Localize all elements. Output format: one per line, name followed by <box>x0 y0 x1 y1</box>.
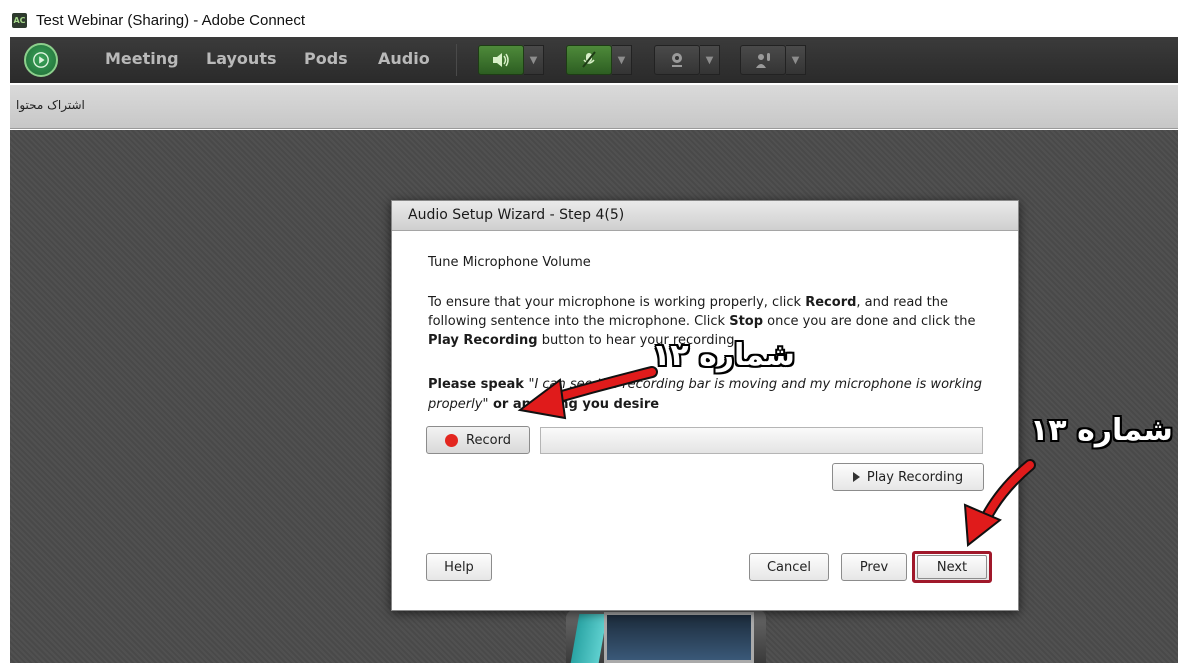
audio-setup-wizard-dialog: Audio Setup Wizard - Step 4(5) Tune Micr… <box>391 200 1019 611</box>
record-dot-icon <box>445 433 459 447</box>
help-button-label: Help <box>444 559 474 575</box>
annotation-label-12: شماره ۱۲ <box>652 338 795 373</box>
speaker-dropdown[interactable]: ▼ <box>524 45 544 75</box>
microphone-dropdown[interactable]: ▼ <box>612 45 632 75</box>
menu-meeting[interactable]: Meeting <box>105 49 179 68</box>
toolbar-separator <box>456 44 457 76</box>
raise-hand-dropdown[interactable]: ▼ <box>786 45 806 75</box>
window-titlebar: AC Test Webinar (Sharing) - Adobe Connec… <box>0 0 1178 37</box>
window-title: Test Webinar (Sharing) - Adobe Connect <box>36 12 306 29</box>
annotation-label-13: شماره ۱۳ <box>1030 413 1173 448</box>
microphone-button[interactable] <box>566 45 612 75</box>
chevron-down-icon: ▼ <box>529 54 538 66</box>
speaker-button[interactable] <box>478 45 524 75</box>
next-button-label: Next <box>936 559 968 575</box>
next-button-highlight[interactable]: Next <box>912 551 992 583</box>
prev-button[interactable]: Prev <box>841 553 907 581</box>
play-recording-button[interactable]: Play Recording <box>832 463 984 491</box>
dialog-title: Audio Setup Wizard - Step 4(5) <box>408 207 625 223</box>
speak-prompt: Please speak "I can see the recording ba… <box>428 377 982 412</box>
webcam-button[interactable] <box>654 45 700 75</box>
record-button[interactable]: Record <box>426 426 530 454</box>
cancel-button-label: Cancel <box>766 559 812 575</box>
raise-hand-button[interactable] <box>740 45 786 75</box>
chevron-down-icon: ▼ <box>791 54 800 66</box>
step-heading: Tune Microphone Volume <box>428 255 591 270</box>
adobe-connect-icon: AC <box>12 13 27 28</box>
app-menubar: Meeting Layouts Pods Audio ▼ ▼ ▼ ▼ <box>10 37 1178 83</box>
menu-audio[interactable]: Audio <box>378 49 430 68</box>
dialog-header[interactable]: Audio Setup Wizard - Step 4(5) <box>392 201 1018 231</box>
webcam-dropdown[interactable]: ▼ <box>700 45 720 75</box>
share-pod-header: اشتراک محتوا <box>10 85 1178 129</box>
background-illustration-screen <box>604 612 754 663</box>
help-button[interactable]: Help <box>426 553 492 581</box>
record-button-label: Record <box>466 432 511 448</box>
menu-pods[interactable]: Pods <box>304 49 348 68</box>
chevron-down-icon: ▼ <box>617 54 626 66</box>
chevron-down-icon: ▼ <box>705 54 714 66</box>
microphone-muted-icon <box>582 51 596 68</box>
prev-button-label: Prev <box>859 559 889 575</box>
next-button[interactable]: Next <box>917 555 987 579</box>
play-icon <box>852 472 860 482</box>
raise-hand-icon <box>756 53 770 68</box>
dialog-body: Tune Microphone Volume To ensure that yo… <box>392 232 1018 610</box>
speaker-icon <box>493 53 509 67</box>
webcam-icon <box>672 53 682 67</box>
recording-level-bar <box>540 427 983 454</box>
cancel-button[interactable]: Cancel <box>749 553 829 581</box>
play-recording-label: Play Recording <box>866 469 964 485</box>
menu-layouts[interactable]: Layouts <box>206 49 276 68</box>
adobe-connect-logo <box>24 43 58 77</box>
pod-title: اشتراک محتوا <box>16 98 85 112</box>
